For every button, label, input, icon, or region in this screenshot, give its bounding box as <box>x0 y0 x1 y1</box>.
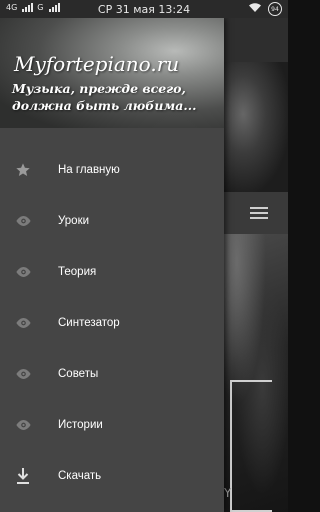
drawer-header: Myfortepiano.ru Музыка, прежде всего, до… <box>0 18 224 128</box>
menu-item-label: Скачать <box>58 469 102 482</box>
battery-icon: 94 <box>268 2 282 16</box>
menu-item-label: На главную <box>58 163 120 176</box>
star-icon <box>14 161 32 179</box>
image-frame <box>230 380 272 512</box>
app-toolbar-background <box>224 18 288 62</box>
menu-item-download[interactable]: Скачать <box>0 450 224 501</box>
download-icon <box>14 467 32 485</box>
site-tagline: Музыка, прежде всего, должна быть любима… <box>12 81 197 113</box>
page-nav-bar <box>224 192 288 234</box>
menu-item-label: Истории <box>58 418 103 431</box>
eye-icon <box>14 314 32 332</box>
menu-item-label: Теория <box>58 265 97 278</box>
menu-item-label: Уроки <box>58 214 90 227</box>
wifi-icon <box>248 2 262 16</box>
menu-item-label: Синтезатор <box>58 316 120 329</box>
header-photo <box>224 62 288 192</box>
partial-text: Y <box>224 486 232 500</box>
eye-icon <box>14 212 32 230</box>
status-time: СР 31 мая 13:24 <box>97 3 191 16</box>
eye-icon <box>14 365 32 383</box>
status-bar: 4G G СР 31 мая 13:24 94 <box>0 0 288 18</box>
navigation-drawer: Myfortepiano.ru Музыка, прежде всего, до… <box>0 18 224 512</box>
site-title: Myfortepiano.ru <box>14 52 180 76</box>
eye-icon <box>14 416 32 434</box>
drawer-menu: На главную Уроки Теория Синтезатор Совет… <box>0 144 224 501</box>
menu-item-home[interactable]: На главную <box>0 144 224 195</box>
menu-item-theory[interactable]: Теория <box>0 246 224 297</box>
status-right: 94 <box>248 2 282 16</box>
menu-item-stories[interactable]: Истории <box>0 399 224 450</box>
menu-item-tips[interactable]: Советы <box>0 348 224 399</box>
menu-item-synthesizer[interactable]: Синтезатор <box>0 297 224 348</box>
menu-item-label: Советы <box>58 367 99 380</box>
eye-icon <box>14 263 32 281</box>
hamburger-menu-icon[interactable] <box>250 207 268 219</box>
menu-item-lessons[interactable]: Уроки <box>0 195 224 246</box>
partial-menu-icon <box>14 504 32 512</box>
